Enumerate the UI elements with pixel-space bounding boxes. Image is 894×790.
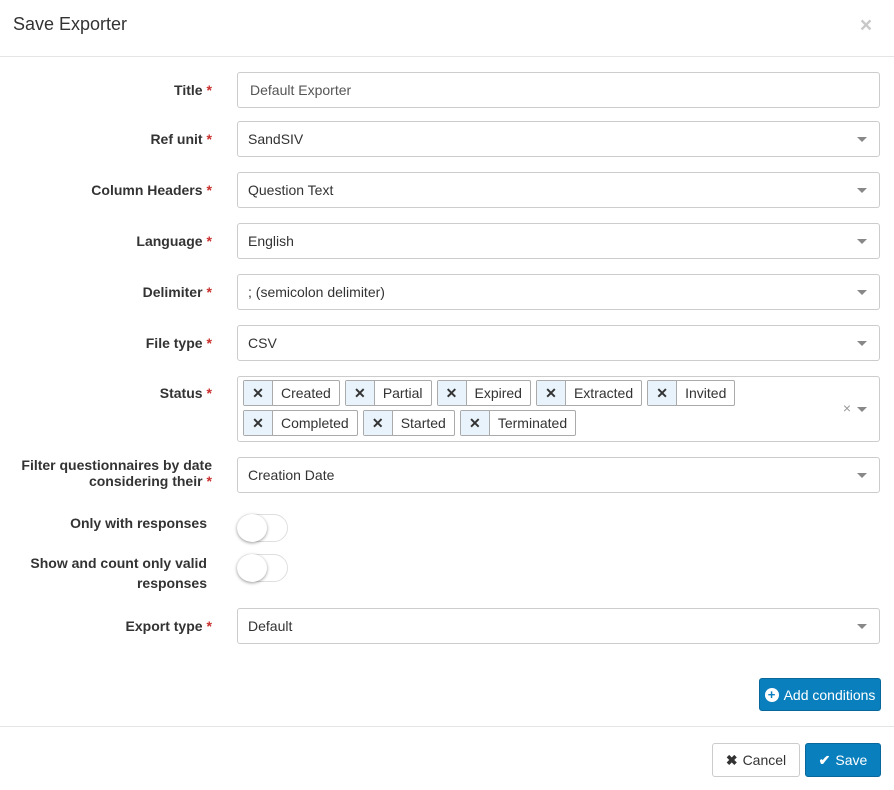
add-conditions-label: Add conditions (783, 686, 876, 703)
modal-footer: ✖ Cancel ✔ Save (0, 726, 894, 790)
status-tag: ✕ Expired (436, 380, 531, 406)
only-responses-toggle[interactable] (237, 514, 288, 542)
export-type-label: Export type * (125, 618, 212, 634)
status-tags: ✕ Created ✕ Partial ✕ Expired ✕ Extracted ✕ I… (243, 380, 833, 436)
tag-label: Invited (685, 385, 727, 401)
column-headers-select[interactable]: Question Text (237, 172, 880, 208)
cancel-label: Cancel (742, 752, 787, 768)
language-value: English (248, 233, 294, 249)
status-tag: ✕ Started (362, 410, 455, 436)
file-type-value: CSV (248, 335, 277, 351)
clear-all-icon[interactable]: × (843, 398, 851, 418)
ref-unit-value: SandSIV (248, 131, 304, 147)
title-input[interactable] (238, 73, 879, 107)
export-type-select[interactable]: Default (237, 608, 880, 644)
plus-circle-icon: + (764, 687, 779, 702)
required-marker: * (206, 182, 212, 198)
remove-tag-icon[interactable]: ✕ (536, 381, 566, 405)
status-tag: ✕ Extracted (535, 380, 643, 406)
title-label: Title * (174, 82, 212, 98)
title-input-wrapper (237, 72, 880, 108)
remove-tag-icon[interactable]: ✕ (244, 381, 273, 405)
status-tag: ✕ Terminated (459, 410, 577, 436)
required-marker: * (206, 618, 212, 634)
column-headers-value: Question Text (248, 182, 334, 198)
ref-unit-select[interactable]: SandSIV (237, 121, 880, 157)
status-tag: ✕ Invited (647, 380, 736, 406)
tag-label: Terminated (497, 415, 568, 431)
chevron-down-icon (857, 239, 867, 244)
chevron-down-icon (857, 188, 867, 193)
file-type-select[interactable]: CSV (237, 325, 880, 361)
chevron-down-icon (857, 473, 867, 478)
save-button[interactable]: ✔ Save (805, 743, 881, 777)
remove-tag-icon[interactable]: ✕ (345, 381, 375, 405)
required-marker: * (206, 335, 212, 351)
required-marker: * (206, 473, 212, 489)
cancel-button[interactable]: ✖ Cancel (712, 743, 800, 777)
chevron-down-icon (857, 137, 867, 142)
modal-title: Save Exporter (13, 14, 128, 34)
tag-label: Started (400, 415, 446, 431)
toggle-knob (237, 514, 267, 542)
export-type-value: Default (248, 618, 293, 634)
valid-responses-label: Show and count only valid responses (30, 555, 207, 591)
required-marker: * (206, 284, 212, 300)
column-headers-label: Column Headers * (91, 182, 212, 198)
status-tag: ✕ Partial (344, 380, 432, 406)
tag-label: Extracted (573, 385, 634, 401)
only-responses-label: Only with responses (70, 515, 207, 531)
delimiter-select[interactable]: ; (semicolon delimiter) (237, 274, 880, 310)
required-marker: * (206, 82, 212, 98)
status-multiselect[interactable]: ✕ Created ✕ Partial ✕ Expired ✕ Extracted ✕ I… (237, 376, 880, 442)
remove-tag-icon[interactable]: ✕ (460, 411, 490, 435)
delimiter-value: ; (semicolon delimiter) (248, 284, 385, 300)
filter-date-select[interactable]: Creation Date (237, 457, 880, 493)
remove-tag-icon[interactable]: ✕ (244, 411, 273, 435)
filter-date-value: Creation Date (248, 467, 335, 483)
cancel-icon: ✖ (725, 751, 738, 768)
file-type-label: File type * (145, 335, 212, 351)
tag-label: Created (281, 385, 331, 401)
tag-label: Completed (281, 415, 349, 431)
filter-date-label: Filter questionnaires by date considerin… (21, 457, 212, 489)
status-tag: ✕ Created (243, 380, 340, 406)
tag-label: Expired (474, 385, 522, 401)
modal-header: Save Exporter × (0, 0, 894, 57)
add-conditions-button[interactable]: + Add conditions (759, 678, 881, 711)
required-marker: * (206, 233, 212, 249)
check-icon: ✔ (818, 751, 831, 768)
status-label: Status * (159, 385, 212, 401)
remove-tag-icon[interactable]: ✕ (648, 381, 678, 405)
save-label: Save (835, 752, 868, 768)
chevron-down-icon (857, 290, 867, 295)
delimiter-label: Delimiter * (142, 284, 212, 300)
remove-tag-icon[interactable]: ✕ (363, 411, 393, 435)
chevron-down-icon (857, 341, 867, 346)
chevron-down-icon (857, 407, 867, 412)
remove-tag-icon[interactable]: ✕ (437, 381, 467, 405)
language-label: Language * (136, 233, 212, 249)
toggle-knob (237, 554, 267, 582)
status-tag: ✕ Completed (243, 410, 358, 436)
close-icon[interactable]: × (856, 14, 876, 38)
required-marker: * (206, 131, 212, 147)
tag-label: Partial (382, 385, 423, 401)
ref-unit-label: Ref unit * (150, 131, 212, 147)
language-select[interactable]: English (237, 223, 880, 259)
chevron-down-icon (857, 624, 867, 629)
required-marker: * (206, 385, 212, 401)
valid-responses-toggle[interactable] (237, 554, 288, 582)
